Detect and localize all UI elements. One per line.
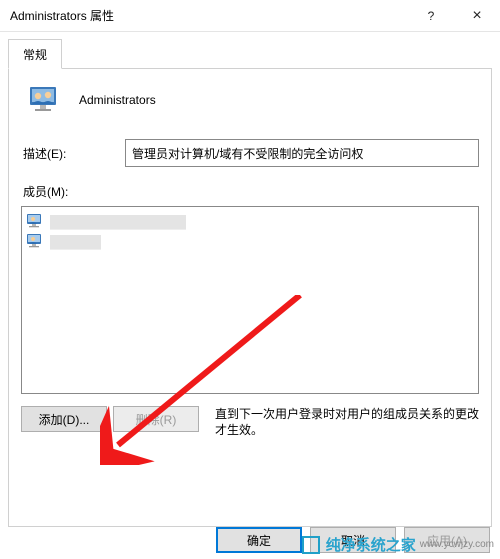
group-header: Administrators bbox=[21, 83, 479, 117]
description-label: 描述(E): bbox=[21, 139, 125, 162]
list-item[interactable]: ████████████████ bbox=[26, 211, 474, 231]
window-title: Administrators 属性 bbox=[10, 7, 408, 24]
members-label: 成员(M): bbox=[21, 183, 479, 200]
ok-button[interactable]: 确定 bbox=[216, 527, 302, 553]
tabstrip: 常规 bbox=[8, 38, 492, 69]
remove-button: 删除(R) bbox=[113, 406, 199, 432]
help-icon: ? bbox=[428, 9, 435, 23]
user-icon bbox=[26, 232, 44, 250]
member-name: ██████ bbox=[50, 235, 94, 247]
user-icon bbox=[26, 212, 44, 230]
note-text: 直到下一次用户登录时对用户的组成员关系的更改才生效。 bbox=[215, 406, 479, 438]
group-icon bbox=[27, 83, 61, 117]
apply-button: 应用(A) bbox=[404, 527, 490, 553]
description-row: 描述(E): bbox=[21, 139, 479, 167]
description-input[interactable] bbox=[125, 139, 479, 167]
tab-general[interactable]: 常规 bbox=[8, 39, 62, 69]
close-icon: × bbox=[472, 7, 481, 25]
member-name: ████████████████ bbox=[50, 215, 146, 227]
list-item[interactable]: ██████ bbox=[26, 231, 474, 251]
content-area: 常规 Administrators 描述(E): 成员(M bbox=[0, 32, 500, 535]
cancel-button[interactable]: 取消 bbox=[310, 527, 396, 553]
help-button[interactable]: ? bbox=[408, 0, 454, 32]
group-name: Administrators bbox=[79, 93, 156, 107]
tab-panel-general: Administrators 描述(E): 成员(M): bbox=[8, 69, 492, 527]
close-button[interactable]: × bbox=[454, 0, 500, 32]
member-buttons-row: 添加(D)... 删除(R) 直到下一次用户登录时对用户的组成员关系的更改才生效… bbox=[21, 406, 479, 438]
add-button[interactable]: 添加(D)... bbox=[21, 406, 107, 432]
titlebar: Administrators 属性 ? × bbox=[0, 0, 500, 32]
dialog-buttons: 确定 取消 应用(A) bbox=[216, 527, 490, 553]
members-listbox[interactable]: ████████████████ ██████ bbox=[21, 206, 479, 394]
